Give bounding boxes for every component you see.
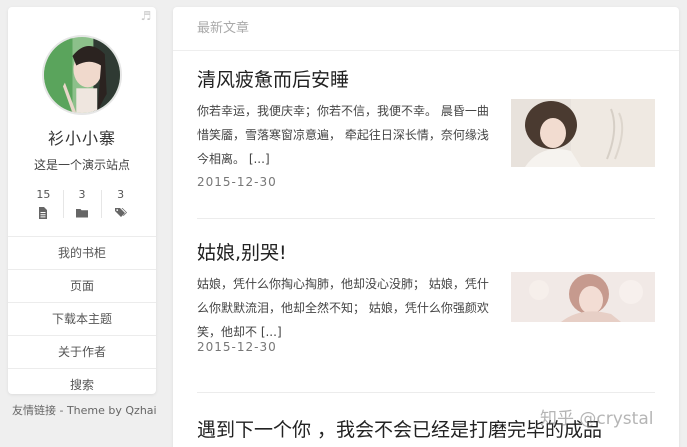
sidebar: ♬ 衫小小寨 这是一个演示站点 15 3 3 我的书柜 页面 下载本主题 关于作… xyxy=(8,7,156,394)
sidebar-item-about-author[interactable]: 关于作者 xyxy=(8,335,156,368)
main-content: 最新文章 清风疲惫而后安睡 你若幸运，我便庆幸；你若不信，我便不幸。 晨昏一曲惜… xyxy=(173,7,679,447)
footer-links[interactable]: 友情链接 - Theme by Qzhai xyxy=(12,402,157,418)
post-card: 清风疲惫而后安睡 你若幸运，我便庆幸；你若不信，我便不幸。 晨昏一曲惜笑靥，雪落… xyxy=(197,67,655,189)
page: ♬ 衫小小寨 这是一个演示站点 15 3 3 我的书柜 页面 下载本主题 关于作… xyxy=(0,0,687,447)
stat-categories[interactable]: 3 xyxy=(62,188,102,220)
stat-posts[interactable]: 15 xyxy=(24,188,63,220)
post-thumbnail[interactable] xyxy=(511,99,655,167)
section-title: 最新文章 xyxy=(173,7,679,51)
post-date: 2015-12-30 xyxy=(197,175,277,189)
post-body: 姑娘，凭什么你掏心掏肺，他却没心没肺； 姑娘，凭什么你默默流泪，他却全然不知； … xyxy=(197,272,655,342)
stat-categories-count: 3 xyxy=(78,188,86,201)
post-card: 姑娘,别哭! 姑娘，凭什么你掏心掏肺，他却没心没肺； 姑娘，凭什么你默默流泪，他… xyxy=(197,240,655,354)
sidebar-item-download-theme[interactable]: 下载本主题 xyxy=(8,302,156,335)
divider xyxy=(197,392,655,393)
file-icon xyxy=(24,204,63,220)
stats-bar: 15 3 3 xyxy=(24,188,140,220)
sidebar-item-bookshelf[interactable]: 我的书柜 xyxy=(8,236,156,269)
tags-icon xyxy=(101,204,140,220)
stat-tags[interactable]: 3 xyxy=(101,188,140,220)
post-thumbnail[interactable] xyxy=(511,272,655,322)
sidebar-item-search[interactable]: 搜索 xyxy=(8,368,156,401)
site-description: 这是一个演示站点 xyxy=(33,158,130,172)
avatar-photo xyxy=(44,37,120,113)
watermark: 知乎 @crystal xyxy=(540,409,654,429)
post-title[interactable]: 清风疲惫而后安睡 xyxy=(197,67,655,93)
post-excerpt: 姑娘，凭什么你掏心掏肺，他却没心没肺； 姑娘，凭什么你默默流泪，他却全然不知； … xyxy=(197,277,489,339)
stat-posts-count: 15 xyxy=(36,188,51,201)
folder-icon xyxy=(63,204,102,220)
site-name[interactable]: 衫小小寨 xyxy=(8,125,156,149)
avatar[interactable] xyxy=(42,35,122,115)
post-title[interactable]: 姑娘,别哭! xyxy=(197,240,655,266)
stat-tags-count: 3 xyxy=(117,188,125,201)
sidebar-item-pages[interactable]: 页面 xyxy=(8,269,156,302)
post-excerpt: 你若幸运，我便庆幸；你若不信，我便不幸。 晨昏一曲惜笑靥，雪落寒窗凉意遍， 牵起… xyxy=(197,104,489,166)
music-note-icon[interactable]: ♬ xyxy=(140,9,152,23)
sidebar-menu: 我的书柜 页面 下载本主题 关于作者 搜索 xyxy=(8,236,156,401)
post-body: 你若幸运，我便庆幸；你若不信，我便不幸。 晨昏一曲惜笑靥，雪落寒窗凉意遍， 牵起… xyxy=(197,99,655,169)
divider xyxy=(197,218,655,219)
